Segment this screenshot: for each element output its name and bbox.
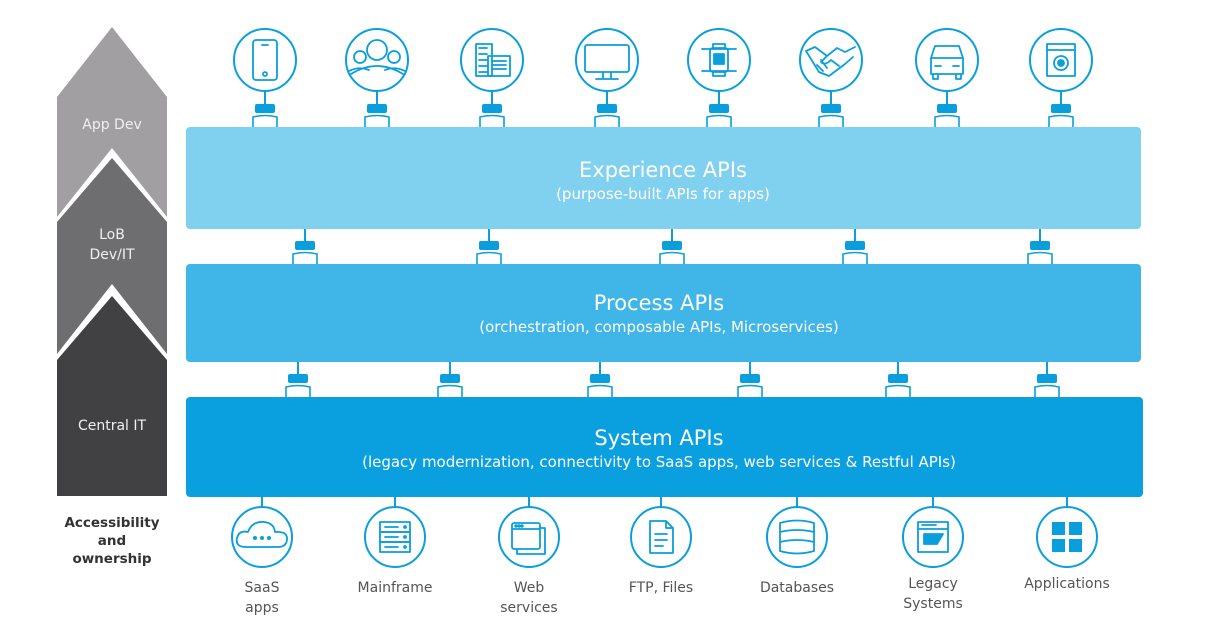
source-label: Databases (760, 580, 834, 596)
source-label: Applications (1024, 576, 1110, 592)
connector (251, 91, 279, 128)
consumer-item (575, 28, 639, 128)
arrow-label-central-it: Central IT (78, 418, 147, 434)
connector (1033, 362, 1061, 398)
connector (363, 91, 391, 128)
connector (933, 91, 961, 128)
source-item: Mainframe (358, 497, 433, 596)
source-item: FTP, Files (629, 497, 693, 596)
washing-machine-icon (1029, 28, 1093, 92)
source-label: services (500, 600, 557, 616)
connector (841, 229, 869, 265)
source-label: apps (245, 600, 279, 616)
consumer-item (233, 28, 297, 128)
consumer-item (345, 28, 409, 128)
connector (736, 362, 764, 398)
source-icons: SaaS apps Mainframe Web services FTP, Files Da… (231, 497, 1110, 616)
consumer-item (799, 28, 863, 128)
source-item: Applications (1024, 497, 1110, 592)
connector (884, 362, 912, 398)
office-building-icon (460, 28, 524, 92)
connector (1047, 91, 1075, 128)
handshake-icon (799, 28, 863, 92)
people-group-icon (345, 28, 409, 92)
source-item: SaaS apps (231, 497, 293, 616)
source-label: Web (514, 580, 545, 596)
source-item: Web services (498, 497, 560, 616)
tablet-icon (233, 28, 297, 92)
arrow-label-dev-it: Dev/IT (89, 247, 135, 263)
source-label: Systems (903, 596, 963, 612)
consumer-item (460, 28, 524, 128)
source-label: Legacy (908, 576, 958, 592)
smartwatch-icon (687, 28, 751, 92)
browser-windows-icon (498, 506, 560, 568)
source-label: Mainframe (358, 580, 433, 596)
connector (475, 229, 503, 265)
process-apis-subtitle: (orchestration, composable APIs, Microse… (479, 318, 838, 336)
consumer-item (687, 28, 751, 128)
document-icon (630, 506, 692, 568)
source-item: Legacy Systems (902, 497, 964, 612)
api-led-connectivity-diagram: App Dev LoB Dev/IT Central IT Accessibil… (57, 27, 1143, 616)
experience-apis-title: Experience APIs (579, 158, 747, 182)
source-label: SaaS (245, 580, 280, 596)
system-apis-subtitle: (legacy modernization, connectivity to S… (362, 453, 956, 471)
consumer-item (1029, 28, 1093, 128)
connector (284, 362, 312, 398)
sap-window-icon (902, 506, 964, 568)
consumer-item (915, 28, 979, 128)
connector (291, 229, 319, 265)
ownership-caption: Accessibility (64, 515, 159, 531)
connector (658, 229, 686, 265)
ownership-caption: ownership (72, 551, 151, 567)
monitor-icon (575, 28, 639, 92)
process-apis-title: Process APIs (594, 291, 725, 315)
connector (817, 91, 845, 128)
arrow-label-lob: LoB (99, 227, 125, 243)
consumer-icons (233, 28, 1093, 128)
database-icon (766, 506, 828, 568)
connector (1026, 229, 1054, 265)
ownership-caption: and (98, 533, 126, 549)
car-icon (915, 28, 979, 92)
experience-apis-subtitle: (purpose-built APIs for apps) (556, 185, 770, 203)
arrow-label-app-dev: App Dev (82, 117, 141, 133)
connector (705, 91, 733, 128)
ownership-arrows: App Dev LoB Dev/IT Central IT Accessibil… (57, 27, 167, 567)
connector (436, 362, 464, 398)
app-grid-icon (1036, 506, 1098, 568)
server-rack-icon (364, 506, 426, 568)
connector (593, 91, 621, 128)
system-apis-title: System APIs (594, 426, 723, 450)
connector (586, 362, 614, 398)
source-item: Databases (760, 497, 834, 596)
source-label: FTP, Files (629, 580, 693, 596)
connector (478, 91, 506, 128)
cloud-icon (231, 506, 293, 568)
